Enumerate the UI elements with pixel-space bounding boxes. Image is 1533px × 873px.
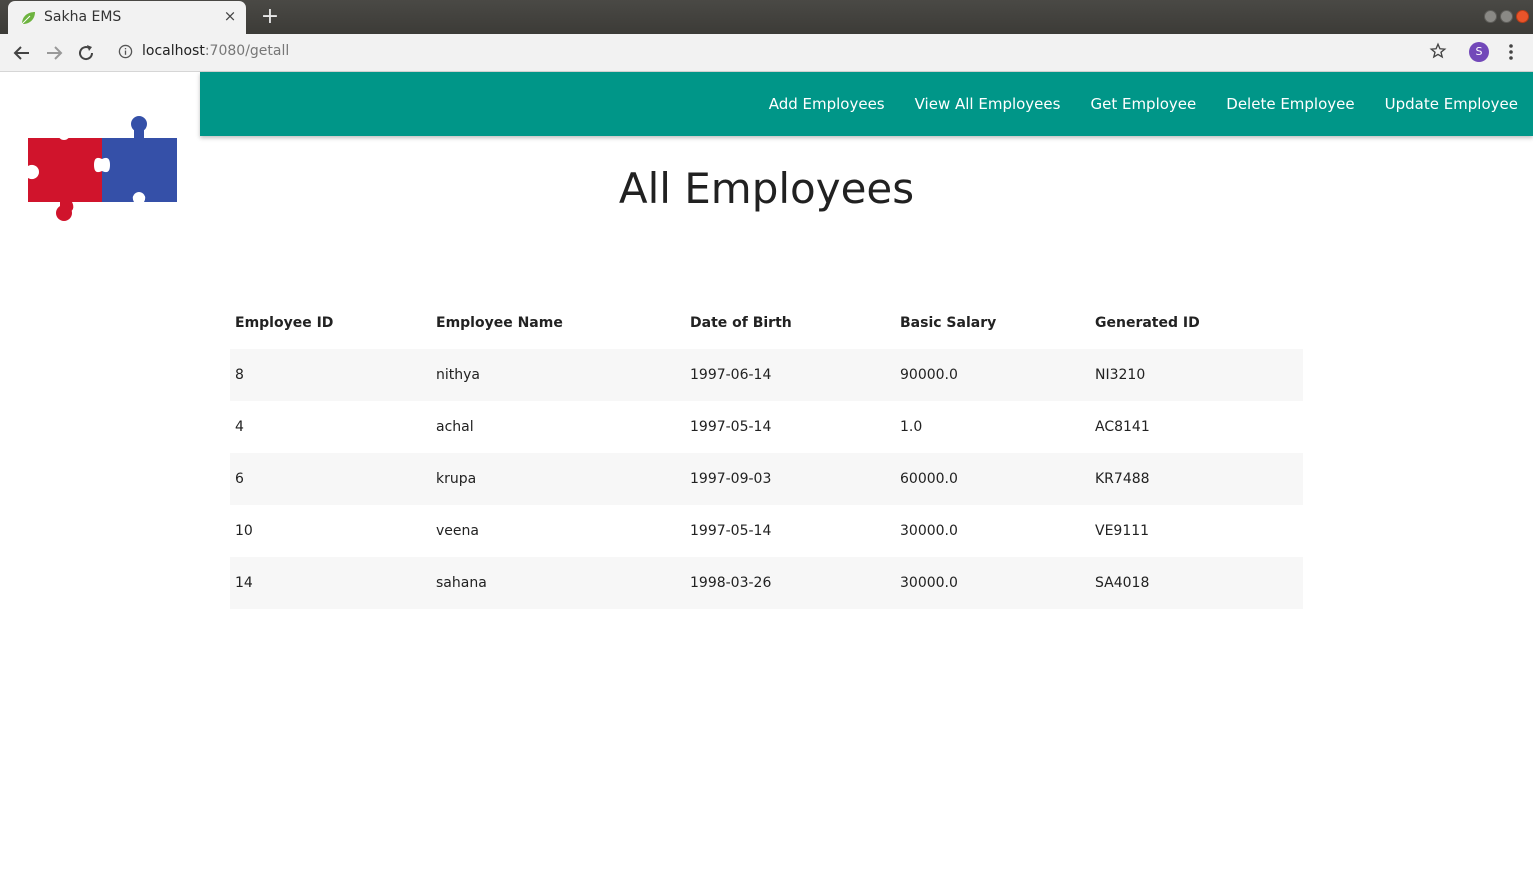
cell-employee-id: 10 bbox=[235, 523, 253, 539]
cell-generated-id: NI3210 bbox=[1090, 349, 1303, 401]
cell-employee-name: sahana bbox=[431, 557, 685, 609]
window-close-button[interactable] bbox=[1516, 10, 1529, 23]
cell-employee-id: 14 bbox=[230, 557, 431, 609]
browser-titlebar: Sakha EMS × + bbox=[0, 0, 1533, 34]
table-row: 10 veena 1997-05-14 30000.0 VE9111 bbox=[230, 505, 1303, 557]
maximize-button[interactable] bbox=[1500, 10, 1513, 23]
url-path: :7080/getall bbox=[204, 43, 290, 59]
cell-employee-id: 8 bbox=[230, 349, 431, 401]
cell-employee-name: nithya bbox=[431, 349, 685, 401]
table-row: 8 nithya 1997-06-14 90000.0 NI3210 bbox=[230, 349, 1303, 401]
cell-employee-id: 6 bbox=[230, 453, 431, 505]
cell-basic-salary: 30000.0 bbox=[900, 523, 958, 539]
site-info-icon[interactable] bbox=[118, 44, 133, 59]
cell-generated-id: AC8141 bbox=[1095, 419, 1150, 435]
cell-employee-id: 4 bbox=[235, 419, 244, 435]
cell-generated-id: VE9111 bbox=[1095, 523, 1150, 539]
cell-employee-name: veena bbox=[436, 523, 479, 539]
nav-links: Add Employees View All Employees Get Emp… bbox=[754, 72, 1533, 136]
cell-date-of-birth: 1997-05-14 bbox=[690, 419, 772, 435]
reload-icon[interactable] bbox=[74, 41, 98, 65]
header-employee-id: Employee ID bbox=[235, 315, 334, 331]
cell-basic-salary: 1.0 bbox=[900, 419, 923, 435]
page-title: All Employees bbox=[618, 164, 915, 213]
forward-arrow-icon[interactable] bbox=[42, 41, 66, 65]
cell-date-of-birth: 1998-03-26 bbox=[685, 557, 895, 609]
nav-view-all-employees[interactable]: View All Employees bbox=[900, 72, 1076, 136]
nav-delete-employee[interactable]: Delete Employee bbox=[1211, 72, 1369, 136]
table-header-row: Employee ID Employee Name Date of Birth … bbox=[230, 297, 1303, 349]
bookmark-star-icon[interactable] bbox=[1429, 42, 1447, 60]
cell-employee-name: achal bbox=[436, 419, 474, 435]
new-tab-button[interactable]: + bbox=[258, 5, 282, 29]
cell-date-of-birth: 1997-06-14 bbox=[685, 349, 895, 401]
minimize-button[interactable] bbox=[1484, 10, 1497, 23]
top-navbar: Add Employees View All Employees Get Emp… bbox=[200, 72, 1533, 136]
tab-title: Sakha EMS bbox=[44, 9, 122, 25]
profile-avatar[interactable]: S bbox=[1469, 42, 1489, 62]
employees-table: Employee ID Employee Name Date of Birth … bbox=[230, 297, 1303, 609]
table-row: 6 krupa 1997-09-03 60000.0 KR7488 bbox=[230, 453, 1303, 505]
nav-add-employees[interactable]: Add Employees bbox=[754, 72, 900, 136]
cell-date-of-birth: 1997-09-03 bbox=[685, 453, 895, 505]
nav-get-employee[interactable]: Get Employee bbox=[1075, 72, 1211, 136]
header-employee-name: Employee Name bbox=[436, 315, 563, 331]
kebab-menu-icon[interactable] bbox=[1504, 42, 1518, 62]
cell-basic-salary: 60000.0 bbox=[895, 453, 1090, 505]
puzzle-logo bbox=[25, 116, 177, 221]
url-host: localhost bbox=[142, 43, 205, 59]
cell-employee-name: krupa bbox=[431, 453, 685, 505]
table-row: 14 sahana 1998-03-26 30000.0 SA4018 bbox=[230, 557, 1303, 609]
header-basic-salary: Basic Salary bbox=[900, 315, 997, 331]
cell-generated-id: KR7488 bbox=[1090, 453, 1303, 505]
header-generated-id: Generated ID bbox=[1095, 315, 1200, 331]
cell-basic-salary: 90000.0 bbox=[895, 349, 1090, 401]
browser-tab[interactable]: Sakha EMS × bbox=[8, 1, 246, 34]
cell-basic-salary: 30000.0 bbox=[895, 557, 1090, 609]
window-controls bbox=[1484, 10, 1529, 24]
table-row: 4 achal 1997-05-14 1.0 AC8141 bbox=[230, 401, 1303, 453]
header-date-of-birth: Date of Birth bbox=[690, 315, 792, 331]
back-arrow-icon[interactable] bbox=[10, 41, 34, 65]
address-bar[interactable]: localhost:7080/getall bbox=[142, 43, 289, 59]
cell-generated-id: SA4018 bbox=[1090, 557, 1303, 609]
cell-date-of-birth: 1997-05-14 bbox=[690, 523, 772, 539]
nav-update-employee[interactable]: Update Employee bbox=[1370, 72, 1533, 136]
leaf-icon bbox=[21, 12, 35, 25]
close-tab-icon[interactable]: × bbox=[222, 8, 238, 24]
